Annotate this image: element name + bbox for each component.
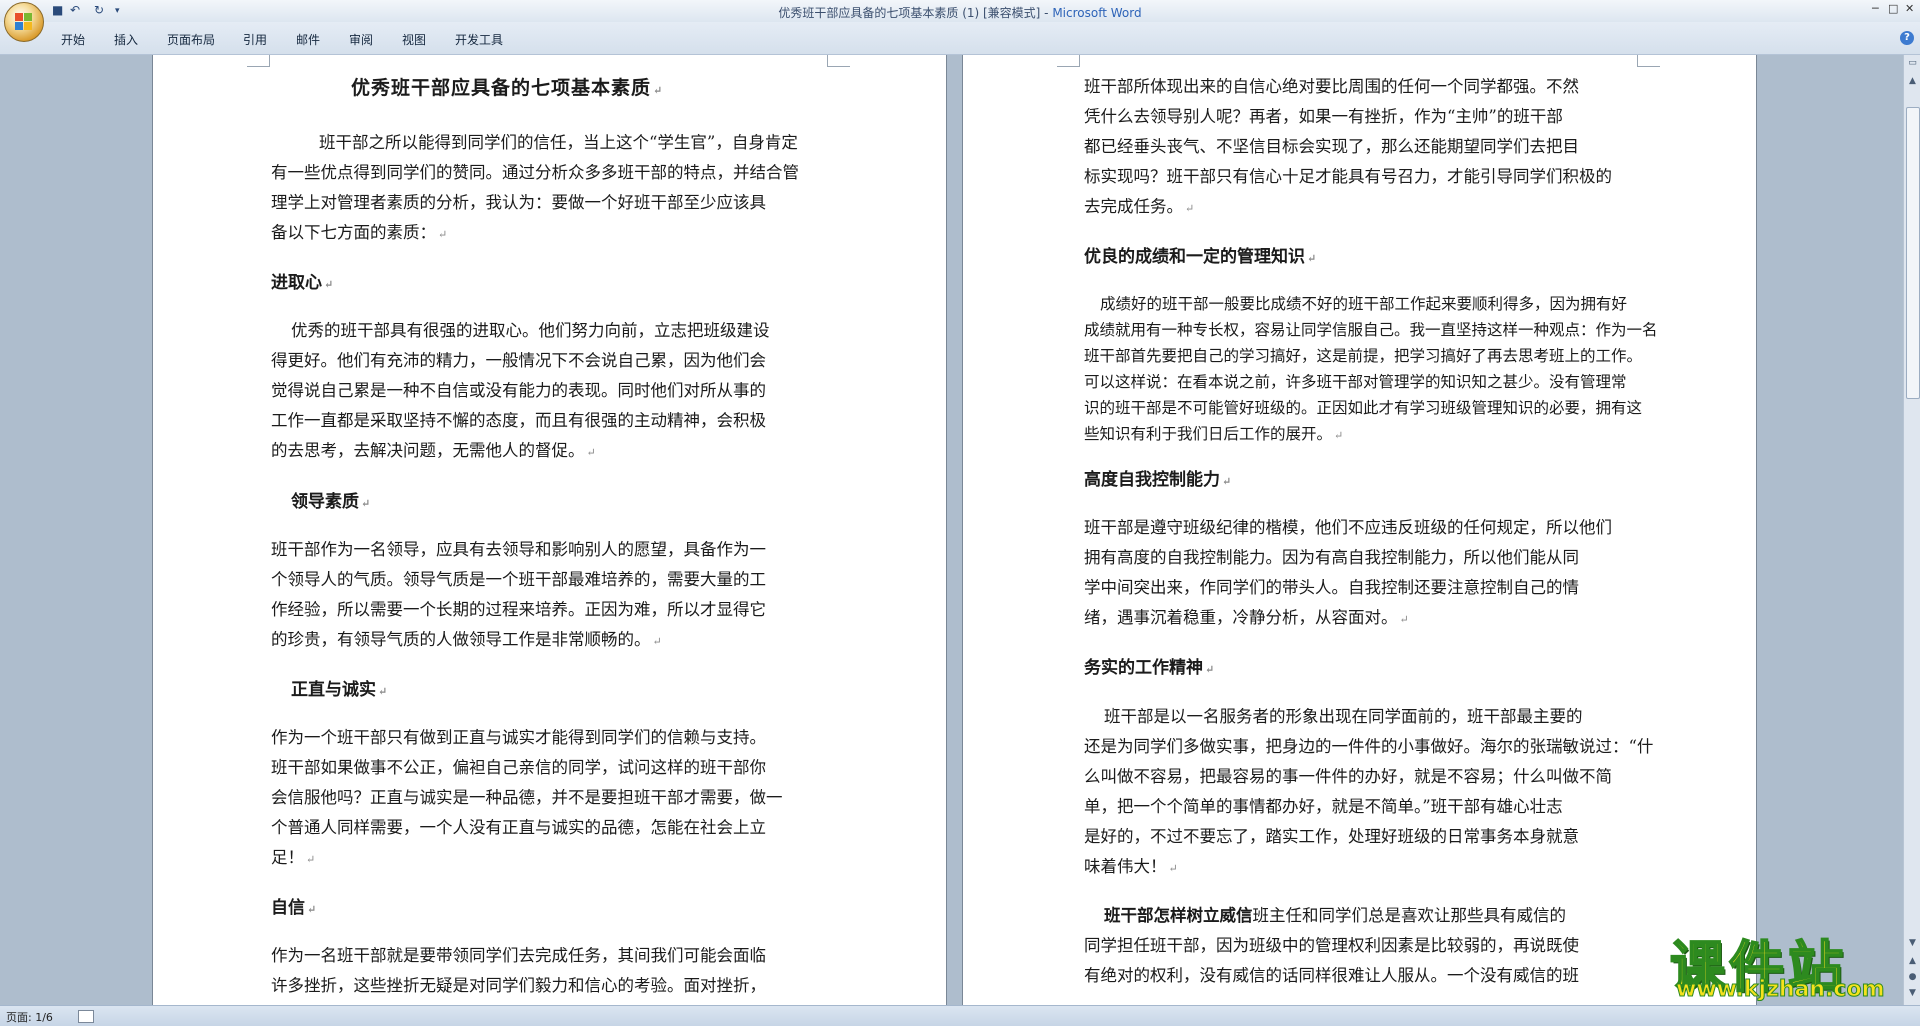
paragraph-line: 成绩就用有一种专长权，容易让同学信服自己。我一直坚持这样一种观点：作为一名 <box>1084 321 1658 339</box>
previous-page-icon[interactable]: ▲ <box>1906 955 1919 968</box>
margin-corner-mark <box>827 55 850 67</box>
paragraph-line: 成绩好的班干部一般要比成绩不好的班干部工作起来要顺利得多，因为拥有好 <box>1100 295 1628 313</box>
help-icon[interactable]: ? <box>1900 31 1914 45</box>
paragraph-line: 许多挫折，这些挫折无疑是对同学们毅力和信心的考验。面对挫折， <box>271 976 766 995</box>
paragraph-line: 作为一个班干部只有做到正直与诚实才能得到同学们的信赖与支持。 <box>271 728 766 747</box>
tab-insert[interactable]: 插入 <box>114 31 138 48</box>
document-workspace: 优秀班干部应具备的七项基本素质 ↵ 班干部之所以能得到同学们的信任，当上这个“学生… <box>0 55 1903 1005</box>
vertical-scrollbar[interactable]: ▭ ▲ ▼ ▲ ● ▼ <box>1903 55 1920 1005</box>
paragraph-line: 作为一名班干部就是要带领同学们去完成任务，其间我们可能会面临 <box>271 946 766 965</box>
minimize-icon[interactable]: ─ <box>1872 2 1879 15</box>
paragraph-line: 班干部怎样树立威信班主任和同学们总是喜欢让那些具有威信的 <box>1104 906 1566 925</box>
document-page-2[interactable]: 班干部所体现出来的自信心绝对要比周围的任何一个同学都强。不然 凭什么去领导别人呢… <box>963 55 1756 1005</box>
office-logo-icon <box>15 13 33 31</box>
section-heading: 优良的成绩和一定的管理知识 ↵ <box>1084 247 1317 267</box>
paragraph-line: 识的班干部是不可能管好班级的。正因如此才有学习班级管理知识的必要，拥有这 <box>1084 399 1643 417</box>
paragraph-line: 是好的，不过不要忘了，踏实工作，处理好班级的日常事务本身就意 <box>1084 827 1579 846</box>
paragraph-line: 班干部是遵守班级纪律的楷模，他们不应违反班级的任何规定，所以他们 <box>1084 518 1612 537</box>
section-heading: 务实的工作精神 ↵ <box>1084 658 1215 678</box>
tab-view[interactable]: 视图 <box>402 31 426 48</box>
paragraph-line: 班干部如果做事不公正，偏袒自己亲信的同学，试问这样的班干部你 <box>271 758 766 777</box>
section-heading: 高度自我控制能力 ↵ <box>1084 470 1232 490</box>
proofing-status-icon[interactable] <box>78 1010 94 1023</box>
paragraph-line: 会信服他吗？正直与诚实是一种品德，并不是要担班干部才需要，做一 <box>271 788 783 807</box>
paragraph-line: 班干部是以一名服务者的形象出现在同学面前的，班干部最主要的 <box>1104 707 1583 726</box>
section-heading: 进取心 ↵ <box>271 273 334 293</box>
paragraph-line: 凭什么去领导别人呢？再者，如果一有挫折，作为“主帅”的班干部 <box>1084 107 1563 126</box>
paragraph-line: 班干部之所以能得到同学们的信任，当上这个“学生官”，自身肯定 <box>319 133 798 152</box>
document-page-1[interactable]: 优秀班干部应具备的七项基本素质 ↵ 班干部之所以能得到同学们的信任，当上这个“学生… <box>153 55 946 1005</box>
maximize-icon[interactable]: □ <box>1888 2 1898 15</box>
tab-references[interactable]: 引用 <box>243 31 267 48</box>
paragraph-line: 绪，遇事沉着稳重，冷静分析，从容面对。 ↵ <box>1084 608 1409 627</box>
section-heading: 自信 ↵ <box>271 898 317 918</box>
document-title: 优秀班干部应具备的七项基本素质 ↵ <box>351 77 664 99</box>
paragraph-line: 标实现吗？班干部只有信心十足才能具有号召力，才能引导同学们积极的 <box>1084 167 1612 186</box>
paragraph-line: 些知识有利于我们日后工作的展开。 ↵ <box>1084 425 1344 443</box>
paragraph-line: 的珍贵，有领导气质的人做领导工作是非常顺畅的。 ↵ <box>271 630 662 649</box>
margin-corner-mark <box>1057 55 1080 67</box>
margin-corner-mark <box>247 55 270 67</box>
paragraph-line: 单，把一个个简单的事情都办好，就是不简单。”班干部有雄心壮志 <box>1084 797 1563 816</box>
paragraph-line: 班干部首先要把自己的学习搞好，这是前提，把学习搞好了再去思考班上的工作。 <box>1084 347 1643 365</box>
paragraph-line: 工作一直都是采取坚持不懈的态度，而且有很强的主动精神，会积极 <box>271 411 766 430</box>
paragraph-line: 班干部所体现出来的自信心绝对要比周围的任何一个同学都强。不然 <box>1084 77 1579 96</box>
tab-review[interactable]: 审阅 <box>349 31 373 48</box>
section-heading: 领导素质 ↵ <box>291 492 371 512</box>
next-page-icon[interactable]: ▼ <box>1906 987 1919 1000</box>
office-button[interactable] <box>4 2 44 42</box>
paragraph-line: 有一些优点得到同学们的赞同。通过分析众多多班干部的特点，并结合管 <box>271 163 799 182</box>
paragraph-line: 同学担任班干部，因为班级中的管理权利因素是比较弱的，再说既使 <box>1084 936 1579 955</box>
paragraph-line: 作经验，所以需要一个长期的过程来培养。正因为难，所以才显得它 <box>271 600 766 619</box>
scroll-down-icon[interactable]: ▼ <box>1906 937 1919 950</box>
paragraph-line: 么叫做不容易，把最容易的事一件件的办好，就是不容易；什么叫做不简 <box>1084 767 1612 786</box>
paragraph-line: 觉得说自己累是一种不自信或没有能力的表现。同时他们对所从事的 <box>271 381 766 400</box>
paragraph-line: 理学上对管理者素质的分析，我认为：要做一个好班干部至少应该具 <box>271 193 766 212</box>
tab-page-layout[interactable]: 页面布局 <box>167 31 215 48</box>
tab-mailings[interactable]: 邮件 <box>296 31 320 48</box>
paragraph-line: 学中间突出来，作同学们的带头人。自我控制还要注意控制自己的情 <box>1084 578 1579 597</box>
scroll-up-icon[interactable]: ▲ <box>1906 75 1919 88</box>
paragraph-line: 味着伟大！ ↵ <box>1084 857 1178 876</box>
tab-home[interactable]: 开始 <box>61 31 85 48</box>
paragraph-line: 去完成任务。 ↵ <box>1084 197 1195 216</box>
close-icon[interactable]: ✕ <box>1905 2 1914 15</box>
section-heading: 正直与诚实 ↵ <box>291 680 388 700</box>
select-browse-object-icon[interactable]: ● <box>1906 971 1919 984</box>
paragraph-line: 得更好。他们有充沛的精力，一般情况下不会说自己累，因为他们会 <box>271 351 766 370</box>
tab-developer[interactable]: 开发工具 <box>455 31 503 48</box>
paragraph-line: 拥有高度的自我控制能力。因为有高自我控制能力，所以他们能从同 <box>1084 548 1579 567</box>
paragraph-line: 都已经垂头丧气、不坚信目标会实现了，那么还能期望同学们去把目 <box>1084 137 1579 156</box>
margin-corner-mark <box>1637 55 1660 67</box>
ribbon-tab-bar: 开始 插入 页面布局 引用 邮件 审阅 视图 开发工具 ? <box>0 22 1920 55</box>
paragraph-line: 有绝对的权利，没有威信的话同样很难让人服从。一个没有威信的班 <box>1084 966 1579 985</box>
ruler-toggle-icon[interactable]: ▭ <box>1906 57 1919 70</box>
paragraph-line: 可以这样说：在看本说之前，许多班干部对管理学的知识知之甚少。没有管理常 <box>1084 373 1627 391</box>
page-count[interactable]: 页面: 1/6 <box>6 1009 53 1025</box>
paragraph-line: 个领导人的气质。领导气质是一个班干部最难培养的，需要大量的工 <box>271 570 766 589</box>
paragraph-line: 班干部作为一名领导，应具有去领导和影响别人的愿望，具备作为一 <box>271 540 766 559</box>
watermark-logo: 课件站 www.kjzhan.com <box>1669 922 1900 1005</box>
paragraph-line: 还是为同学们多做实事，把身边的一件件的小事做好。海尔的张瑞敏说过：“什 <box>1084 737 1654 756</box>
paragraph-line: 的去思考，去解决问题，无需他人的督促。 ↵ <box>271 441 596 460</box>
window-title: 优秀班干部应具备的七项基本素质 (1) [兼容模式] - Microsoft W… <box>778 6 1142 20</box>
paragraph-line: 足！ ↵ <box>271 848 316 867</box>
paragraph-line: 个普通人同样需要，一个人没有正直与诚实的品德，怎能在社会上立 <box>271 818 766 837</box>
scroll-thumb[interactable] <box>1906 107 1920 399</box>
paragraph-line: 备以下七方面的素质： ↵ <box>271 223 448 242</box>
watermark-url: www.kjzhan.com <box>1676 977 1886 1003</box>
title-bar: ■ ↶ ↻ ▾ 优秀班干部应具备的七项基本素质 (1) [兼容模式] - Mic… <box>0 0 1920 42</box>
status-bar: 页面: 1/6 <box>0 1005 1920 1026</box>
paragraph-line: 优秀的班干部具有很强的进取心。他们努力向前，立志把班级建设 <box>291 321 770 340</box>
